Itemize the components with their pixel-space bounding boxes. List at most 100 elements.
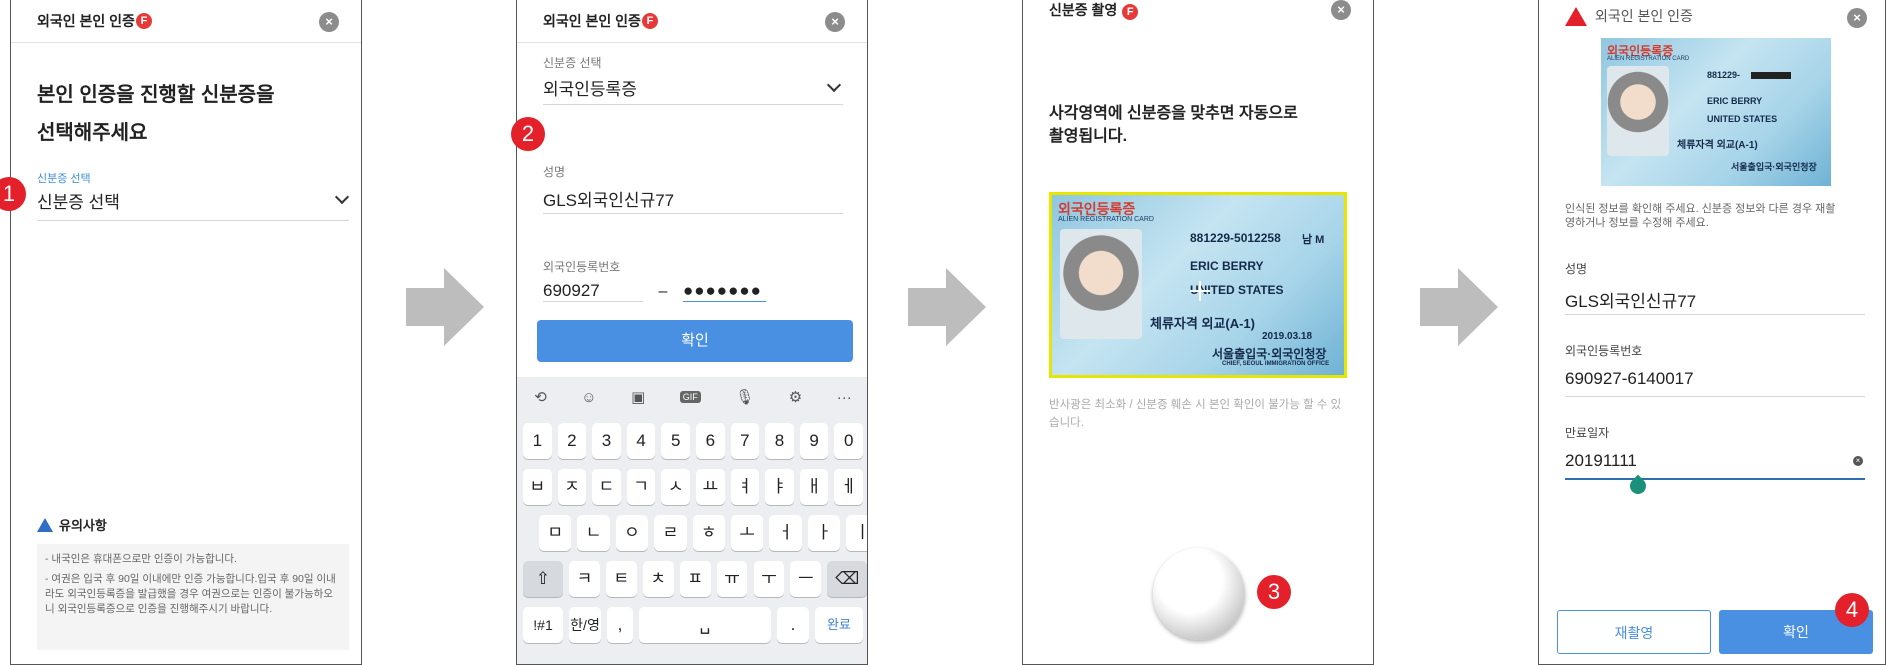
keyboard-toolbar-icon[interactable]: ⚙ [789,388,802,406]
keyboard-key[interactable]: 9 [799,423,829,459]
keyboard-key[interactable]: ㅕ [730,469,760,505]
instruction-line2: 촬영됩니다. [1049,128,1128,145]
header-title: 신분증 촬영 [1049,2,1118,18]
expiry-field[interactable]: 만료일자 20191111 × [1565,424,1865,480]
shutter-button[interactable] [1153,548,1245,640]
close-icon[interactable]: × [319,12,339,32]
keyboard-key[interactable]: ㅣ [846,515,867,551]
keyboard-toolbar-icon[interactable]: GIF [679,391,701,403]
card-issue-date: 2019.03.18 [1262,331,1313,342]
keyboard-toolbar-icon[interactable]: 🎙 [735,388,754,406]
header: 신분증 촬영 F [1049,0,1139,22]
notice-item: - 내국인은 휴대폰으로만 인증이 가능합니다. [45,553,237,565]
retake-button[interactable]: 재촬영 [1557,610,1711,654]
reg-front-value[interactable]: 690927 [543,281,643,302]
keyboard-key[interactable]: ㅌ [605,561,637,597]
name-label: 성명 [1565,262,1588,276]
card-country: UNITED STATES [1707,114,1778,124]
keyboard-key[interactable]: ㅜ [753,561,785,597]
reg-number-field[interactable]: 외국인등록번호 690927-6140017 [1565,342,1865,397]
keyboard-key[interactable]: !#1 [523,607,563,643]
keyboard-key[interactable]: 7 [730,423,760,459]
keyboard-key[interactable]: ㅛ [696,469,725,505]
close-icon[interactable]: × [825,12,845,32]
keyboard-key[interactable]: 한/영 [569,607,601,643]
captured-id-card: 외국인등록증 ALIEN REGISTRATION CARD 881229- E… [1601,38,1831,186]
card-number: 881229-5012258 [1190,231,1281,245]
keyboard-key[interactable]: ㅅ [661,469,690,505]
keyboard-key[interactable]: ㅑ [765,469,794,505]
reg-number-field[interactable]: 외국인등록번호 690927 – ●●●●●●● [543,258,843,308]
keyboard-key[interactable]: 0 [834,423,863,459]
name-value: GLS외국인신규77 [543,191,675,210]
keyboard-key[interactable]: ㅓ [769,515,802,551]
screen-confirm-info: 외국인 본인 인증 × 외국인등록증 ALIEN REGISTRATION CA… [1538,0,1886,665]
id-type-label: 신분증 선택 [543,56,602,70]
keyboard-key[interactable]: ㅁ [539,515,572,551]
close-icon[interactable]: × [1331,0,1351,20]
card-status: 체류자격 외교(A-1) [1677,140,1758,151]
name-value: GLS외국인신규77 [1565,292,1697,311]
keyboard-key[interactable]: ㅋ [569,561,600,597]
keyboard-key[interactable]: 6 [696,423,725,459]
keyboard-toolbar: ⟲ ☺ ▣ GIF 🎙 ⚙ ··· [517,377,867,417]
f-badge: F [135,13,152,29]
card-subtitle: ALIEN REGISTRATION CARD [1607,56,1690,62]
confirm-button[interactable]: 확인 [537,320,853,362]
keyboard-key[interactable]: ㄹ [654,515,687,551]
keyboard-key[interactable]: ㅇ [615,515,649,551]
reg-row: 690927 – ●●●●●●● [543,281,843,302]
id-card-viewfinder: 외국인등록증 ALIEN REGISTRATION CARD 881229-50… [1049,192,1347,378]
keyboard-key[interactable]: ㅏ [807,515,841,551]
keyboard-key[interactable]: ㅍ [679,561,711,597]
id-type-select[interactable]: 신분증 선택 외국인등록증 [543,54,843,105]
keyboard-key[interactable]: . [777,607,809,643]
notice-item: - 여권은 입국 후 90일 이내에만 인증 가능합니다.입국 후 90일 이내… [45,573,336,615]
reg-label: 외국인등록번호 [543,260,621,274]
keyboard-key[interactable]: ㅎ [692,515,725,551]
id-type-label: 신분증 선택 [37,173,91,185]
keyboard-key[interactable]: ㅠ [716,561,748,597]
keyboard-key[interactable]: 3 [592,423,621,459]
clear-input-icon[interactable]: × [1853,456,1863,466]
card-issuer: 서울출입국·외국인청장 [1731,162,1817,172]
keyboard-key[interactable]: ㅐ [799,469,829,505]
keyboard-toolbar-icon[interactable]: ☺ [581,389,596,406]
crosshair-icon [1190,281,1210,301]
heading-line2: 선택해주세요 [37,122,148,144]
keyboard-key[interactable]: ㅊ [642,561,674,597]
reg-back-value[interactable]: ●●●●●●● [683,281,766,302]
keyboard-key[interactable]: ⇧ [523,561,563,597]
close-icon[interactable]: × [1847,8,1867,28]
heading: 본인 인증을 진행할 신분증을 선택해주세요 [37,76,274,152]
f-badge: F [1122,4,1139,20]
keyboard-key[interactable]: ㅗ [731,515,764,551]
id-type-value: 외국인등록증 [543,80,637,99]
keyboard-key[interactable]: ㅈ [557,469,587,505]
keyboard-key[interactable]: ㄱ [626,469,656,505]
keyboard-toolbar-icon[interactable]: ··· [837,389,852,406]
keyboard-key[interactable]: 2 [557,423,587,459]
keyboard-key[interactable]: ␣ [639,607,771,643]
card-name: ERIC BERRY [1190,259,1264,273]
keyboard-key[interactable]: ㄴ [577,515,610,551]
keyboard-key[interactable]: 5 [661,423,690,459]
keyboard-key[interactable]: 완료 [815,607,863,643]
keyboard-key[interactable]: 1 [523,423,552,459]
keyboard-key[interactable]: ㅂ [523,469,552,505]
notice-section: 유의사항 - 내국인은 휴대폰으로만 인증이 가능합니다. - 여권은 입국 후… [37,515,349,650]
keyboard-key[interactable]: 4 [626,423,656,459]
expiry-label: 만료일자 [1565,426,1610,440]
keyboard-key[interactable]: ⌫ [827,561,867,597]
keyboard-key[interactable]: , [607,607,633,643]
name-field[interactable]: 성명 GLS외국인신규77 [543,163,843,214]
keyboard-key[interactable]: ㄷ [592,469,621,505]
id-type-select[interactable]: 신분증 선택 신분증 선택 [37,170,350,221]
keyboard-key[interactable]: ㅡ [790,561,822,597]
keyboard-toolbar-icon[interactable]: ⟲ [534,388,547,406]
name-field[interactable]: 성명 GLS외국인신규77 [1565,260,1865,315]
keyboard-key[interactable]: ㅔ [834,469,863,505]
keyboard-key[interactable]: 8 [765,423,794,459]
step-badge: 2 [511,117,545,151]
keyboard-toolbar-icon[interactable]: ▣ [631,388,645,406]
